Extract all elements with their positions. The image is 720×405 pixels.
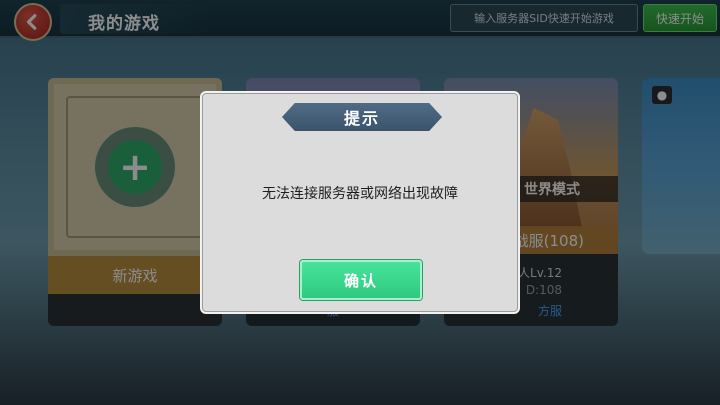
dialog-title: 提示 (282, 103, 442, 131)
alert-dialog: 提示 无法连接服务器或网络出现故障 确认 (200, 91, 520, 314)
dialog-message: 无法连接服务器或网络出现故障 (262, 186, 458, 202)
confirm-button[interactable]: 确认 (300, 260, 422, 300)
